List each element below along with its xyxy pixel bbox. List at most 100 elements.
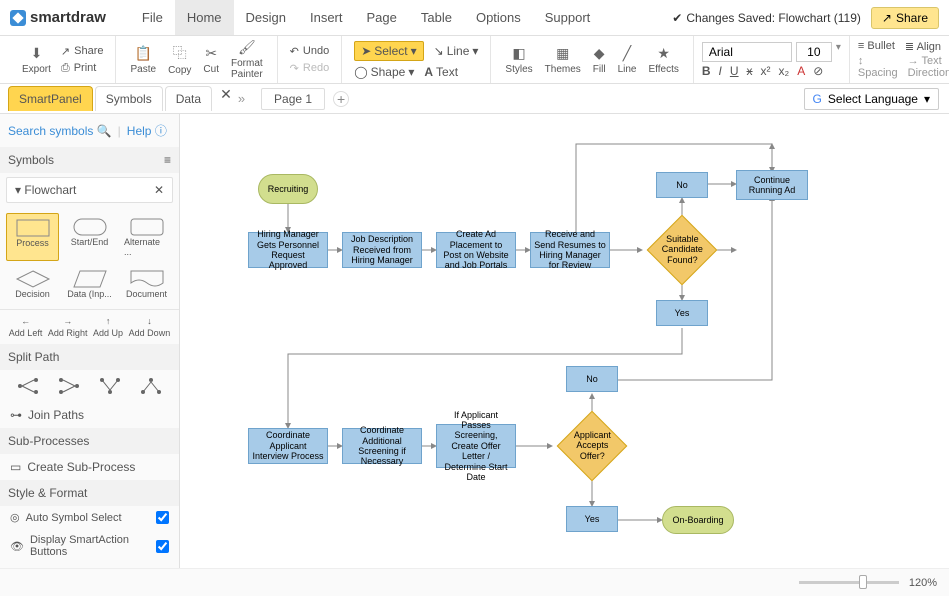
eye-icon: 👁 (10, 540, 24, 553)
undo-button[interactable]: ↶Undo (286, 44, 334, 59)
font-size-select[interactable] (796, 42, 832, 62)
subscript-button[interactable]: x₂ (779, 64, 790, 78)
themes-button[interactable]: ▦Themes (539, 43, 587, 77)
effects-button[interactable]: ★Effects (642, 43, 684, 77)
redo-icon: ↷ (290, 62, 299, 75)
strike-button[interactable]: x (747, 64, 753, 78)
canvas[interactable]: Recruiting Hiring Manager Gets Personnel… (180, 114, 949, 594)
globe-icon: G (813, 92, 822, 106)
flowchart-node[interactable]: Coordinate Additional Screening if Neces… (342, 428, 422, 464)
shape-data[interactable]: Data (Inp... (63, 265, 116, 303)
arrow-up-icon: ↑ (106, 316, 111, 326)
spacing-button[interactable]: ↕ Spacing (858, 55, 898, 79)
page-tab[interactable]: Page 1 (261, 88, 325, 110)
menu-icon[interactable]: ≡ (164, 153, 171, 167)
flowchart-decision[interactable]: Applicant Accepts Offer? (557, 411, 628, 482)
superscript-button[interactable]: x² (761, 64, 771, 78)
menu-options[interactable]: Options (464, 0, 533, 35)
share-icon: ↗ (882, 11, 892, 25)
ruler-collapse-icon[interactable]: » (232, 91, 251, 106)
format-painter-button[interactable]: 🖌Format Painter (225, 37, 269, 82)
align-button[interactable]: ≣ Align (905, 40, 941, 53)
flowchart-node[interactable]: No (656, 172, 708, 198)
italic-button[interactable]: I (719, 64, 722, 78)
display-smartaction-toggle[interactable]: 👁Display SmartAction Buttons (0, 529, 179, 563)
underline-button[interactable]: U (730, 64, 739, 78)
tab-data[interactable]: Data (165, 86, 212, 111)
close-panel-icon[interactable]: ✕ (220, 86, 232, 111)
menu-design[interactable]: Design (234, 0, 298, 35)
flowchart-node[interactable]: Recruiting (258, 174, 318, 204)
print-button[interactable]: ⎙Print (57, 61, 108, 76)
add-page-button[interactable]: + (333, 91, 349, 107)
flowchart-node[interactable]: Yes (566, 506, 618, 532)
flowchart-node[interactable]: Create Ad Placement to Post on Website a… (436, 232, 516, 268)
clear-format-button[interactable]: ⊘ (813, 64, 823, 78)
auto-symbol-select-toggle[interactable]: ◎Auto Symbol Select (0, 506, 179, 529)
menu-insert[interactable]: Insert (298, 0, 355, 35)
flowchart-node[interactable]: On-Boarding (662, 506, 734, 534)
tab-symbols[interactable]: Symbols (95, 86, 163, 111)
language-select[interactable]: G Select Language▾ (804, 88, 939, 110)
fill-button[interactable]: ◆Fill (587, 43, 612, 77)
tab-smartpanel[interactable]: SmartPanel (8, 86, 93, 111)
shape-icon: ◯ (354, 65, 367, 79)
shape-startend[interactable]: Start/End (63, 213, 116, 261)
select-tool[interactable]: ➤Select▾ (354, 41, 423, 61)
flowchart-node[interactable]: Continue Running Ad (736, 170, 808, 200)
split-up-button[interactable] (98, 376, 122, 396)
search-symbols-link[interactable]: Search symbols 🔍 (8, 124, 112, 138)
shape-document[interactable]: Document (120, 265, 173, 303)
close-icon[interactable]: ✕ (154, 183, 164, 197)
menu-table[interactable]: Table (409, 0, 464, 35)
join-paths-button[interactable]: ⊶Join Paths (0, 402, 179, 428)
text-tool[interactable]: AText (424, 65, 458, 79)
export-button[interactable]: ⬇Export (16, 43, 57, 77)
shape-tool[interactable]: ◯Shape▾ (354, 65, 414, 79)
flowchart-node[interactable]: Receive and Send Resumes to Hiring Manag… (530, 232, 610, 268)
help-link[interactable]: Help ⓘ (127, 122, 167, 139)
flowchart-category[interactable]: ▾ Flowchart✕ (6, 177, 173, 203)
shape-process[interactable]: Process (6, 213, 59, 261)
create-subprocess-button[interactable]: ▭Create Sub-Process (0, 454, 179, 480)
copy-button[interactable]: ⿻Copy (162, 41, 197, 78)
redo-button[interactable]: ↷Redo (286, 61, 334, 76)
menu-support[interactable]: Support (533, 0, 603, 35)
add-left-button[interactable]: ←Add Left (9, 316, 43, 338)
text-direction-button[interactable]: → Text Direction (908, 55, 949, 79)
split-path-header: Split Path (0, 344, 179, 370)
share-small-button[interactable]: ↗Share (57, 44, 108, 59)
shape-decision[interactable]: Decision (6, 265, 59, 303)
bullet-button[interactable]: ≡ Bullet (858, 40, 895, 53)
paste-button[interactable]: 📋Paste (124, 43, 162, 77)
add-right-button[interactable]: →Add Right (48, 316, 88, 338)
shape-alternate[interactable]: Alternate ... (120, 213, 173, 261)
menu-page[interactable]: Page (355, 0, 409, 35)
line-tool[interactable]: ↘Line▾ (434, 44, 479, 58)
flowchart-node[interactable]: Job Description Received from Hiring Man… (342, 232, 422, 268)
font-select[interactable] (702, 42, 792, 62)
add-down-button[interactable]: ↓Add Down (129, 316, 171, 338)
bold-button[interactable]: B (702, 64, 711, 78)
share-button[interactable]: ↗ Share (871, 7, 939, 29)
cut-button[interactable]: ✂Cut (197, 43, 225, 77)
flowchart-node[interactable]: Coordinate Applicant Interview Process (248, 428, 328, 464)
zoom-value: 120% (909, 577, 937, 589)
flowchart-node[interactable]: Hiring Manager Gets Personnel Request Ap… (248, 232, 328, 268)
split-down-button[interactable] (139, 376, 163, 396)
menu-file[interactable]: File (130, 0, 175, 35)
styles-button[interactable]: ◧Styles (499, 43, 538, 77)
flowchart-node[interactable]: No (566, 366, 618, 392)
zoom-slider[interactable] (799, 581, 899, 584)
flowchart-decision[interactable]: Suitable Candidate Found? (647, 215, 718, 286)
split-left-button[interactable] (57, 376, 81, 396)
font-color-button[interactable]: A (797, 64, 805, 78)
app-logo[interactable]: smartdraw (10, 9, 106, 26)
split-right-button[interactable] (16, 376, 40, 396)
flowchart-node[interactable]: Yes (656, 300, 708, 326)
add-up-button[interactable]: ↑Add Up (93, 316, 123, 338)
download-icon: ⬇ (31, 45, 43, 62)
line-style-button[interactable]: ╱Line (612, 43, 643, 77)
menu-home[interactable]: Home (175, 0, 234, 35)
flowchart-node[interactable]: If Applicant Passes Screening, Create Of… (436, 424, 516, 468)
